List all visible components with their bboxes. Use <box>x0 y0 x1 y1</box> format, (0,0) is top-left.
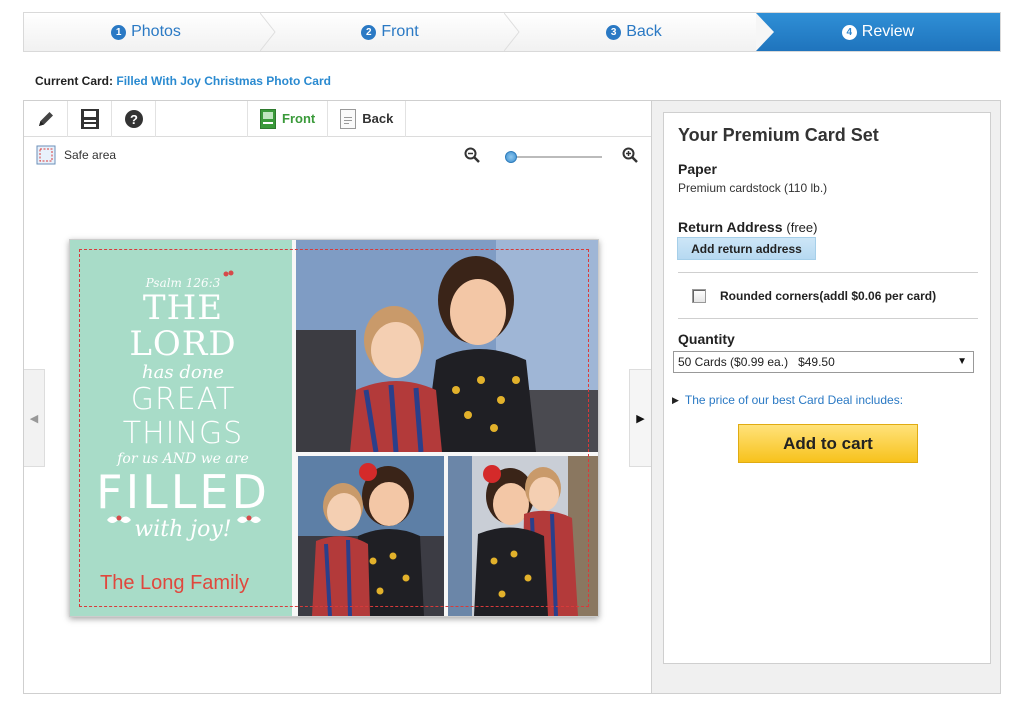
holly-icon <box>107 515 131 523</box>
rounded-corners-label: Rounded corners(addl $0.06 per card) <box>720 289 937 303</box>
step-label: Back <box>626 23 662 40</box>
zoom-slider-handle[interactable] <box>504 151 517 163</box>
verse-line-1: THE LORD <box>129 288 237 364</box>
card-back-icon <box>340 108 357 129</box>
current-card: Current Card: Filled With Joy Christmas … <box>35 74 331 88</box>
help-icon: ? <box>124 109 143 128</box>
paper-label: Paper <box>678 161 717 177</box>
paper-value: Premium cardstock (110 lb.) <box>678 181 828 195</box>
step-back[interactable]: 3 Back <box>512 13 756 51</box>
front-label: Front <box>282 111 316 126</box>
card-deal-link[interactable]: ▶ The price of our best Card Deal includ… <box>672 393 903 407</box>
card-verse: Psalm 126:3 THE LORD has done GREAT THIN… <box>88 276 278 542</box>
divider <box>678 272 978 273</box>
holly-icon <box>223 270 234 277</box>
pencil-icon <box>38 111 53 126</box>
zoom-control <box>464 147 644 165</box>
card-photo-1[interactable] <box>296 240 598 452</box>
edit-button[interactable] <box>24 100 68 137</box>
quantity-label: Quantity <box>678 331 735 347</box>
step-label: Review <box>861 23 915 40</box>
zoom-in-icon[interactable] <box>622 147 638 163</box>
step-label: Photos <box>131 23 181 40</box>
card-verse-panel: Psalm 126:3 THE LORD has done GREAT THIN… <box>70 240 292 616</box>
rounded-corners-checkbox[interactable] <box>692 289 706 303</box>
safe-area-label: Safe area <box>64 148 117 162</box>
card-photo-3[interactable] <box>448 456 598 616</box>
editor-frame: ? Front Back Safe area ◀ ▶ Psalm 126:3 T… <box>23 100 1001 694</box>
divider <box>678 318 978 319</box>
current-card-link[interactable]: Filled With Joy Christmas Photo Card <box>116 74 331 88</box>
toolbar-spacer <box>156 100 248 137</box>
card-set-panel: Your Premium Card Set Paper Premium card… <box>663 112 991 664</box>
help-button[interactable]: ? <box>112 100 156 137</box>
back-side-button[interactable]: Back <box>328 100 407 137</box>
holly-icon <box>237 515 261 523</box>
back-label: Back <box>362 111 394 126</box>
step-number: 2 <box>361 24 377 40</box>
verse-line-5: FILLED <box>96 465 270 519</box>
order-sidebar: Your Premium Card Set Paper Premium card… <box>651 101 1000 693</box>
previous-arrow-button[interactable]: ◀ <box>24 369 45 467</box>
chevron-down-icon: ▼ <box>957 356 967 367</box>
editor-toolbar: ? Front Back <box>24 100 651 137</box>
card-photo-2[interactable] <box>298 456 444 616</box>
save-button[interactable] <box>68 100 112 137</box>
verse-reference: Psalm 126:3 <box>145 276 221 290</box>
add-return-address-button[interactable]: Add return address <box>677 237 816 260</box>
step-photos[interactable]: 1 Photos <box>24 13 276 51</box>
family-name: The Long Family <box>100 572 249 594</box>
zoom-out-icon[interactable] <box>464 147 480 163</box>
rounded-corners-option[interactable]: Rounded corners(addl $0.06 per card) <box>692 289 936 303</box>
family-photo <box>448 456 598 616</box>
safe-area-icon <box>36 145 56 165</box>
quantity-select[interactable]: 50 Cards ($0.99 ea.) $49.50 ▼ <box>673 351 974 373</box>
next-arrow-button[interactable]: ▶ <box>629 369 651 467</box>
card-editor: ? Front Back Safe area ◀ ▶ Psalm 126:3 T… <box>24 100 651 693</box>
step-number: 3 <box>606 24 622 40</box>
step-number: 1 <box>111 24 127 40</box>
step-number: 4 <box>841 24 857 40</box>
step-label: Front <box>381 23 419 40</box>
verse-line-2: has done <box>142 362 224 383</box>
step-front[interactable]: 2 Front <box>268 13 520 51</box>
panel-title: Your Premium Card Set <box>678 125 879 145</box>
card-front-icon <box>260 108 276 129</box>
progress-steps: 1 Photos 2 Front 3 Back 4 Review <box>23 12 1001 52</box>
verse-line-3: GREAT THINGS <box>122 382 244 451</box>
expand-triangle-icon: ▶ <box>672 394 679 405</box>
save-icon <box>80 108 99 129</box>
safe-area-toggle[interactable]: Safe area <box>36 145 116 165</box>
front-side-button[interactable]: Front <box>248 100 329 137</box>
add-to-cart-button[interactable]: Add to cart <box>738 424 918 463</box>
card-preview[interactable]: Psalm 126:3 THE LORD has done GREAT THIN… <box>69 239 599 617</box>
zoom-slider-track[interactable] <box>506 156 602 158</box>
step-review[interactable]: 4 Review <box>756 13 1000 51</box>
family-photo <box>298 456 444 616</box>
return-address-label: Return Address <box>678 219 783 235</box>
quantity-value: 50 Cards ($0.99 ea.) $49.50 <box>678 355 835 369</box>
svg-text:?: ? <box>130 112 138 127</box>
family-photo <box>296 240 598 452</box>
arrow-left-icon: ◀ <box>29 412 39 425</box>
arrow-right-icon: ▶ <box>636 412 645 425</box>
return-address-heading: Return Address (free) <box>678 219 817 235</box>
current-card-prefix: Current Card: <box>35 74 114 88</box>
return-address-free: (free) <box>786 220 818 235</box>
card-deal-text: The price of our best Card Deal includes… <box>684 393 904 407</box>
